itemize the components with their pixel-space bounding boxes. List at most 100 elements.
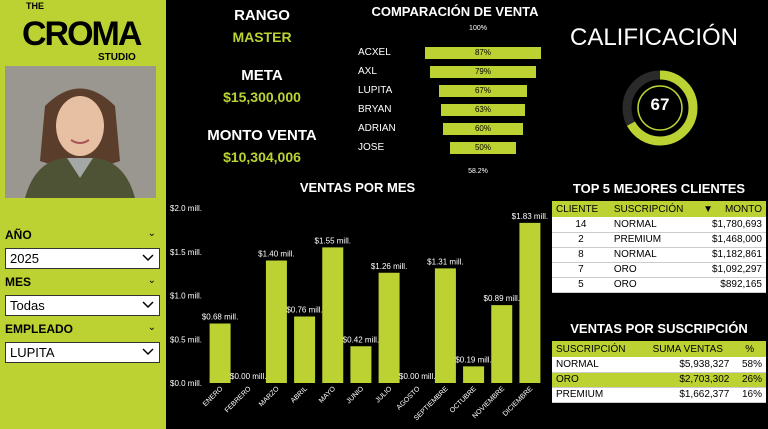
- table-cell: $892,165: [699, 277, 766, 293]
- funnel-bar[interactable]: 79%: [429, 65, 537, 79]
- sidebar: THE CROMA STUDIO AÑO ⌄ 2025 MES ⌄ Todas EM…: [0, 0, 166, 429]
- table-cell: $2,703,302: [642, 372, 734, 388]
- table-cell: $1,182,861: [699, 247, 766, 263]
- filter-month-select[interactable]: Todas: [5, 295, 160, 316]
- funnel-bar[interactable]: 50%: [449, 141, 517, 155]
- table-row[interactable]: NORMAL $5,938,327 58%: [552, 357, 766, 373]
- table-cell: NORMAL: [609, 217, 700, 233]
- chevron-down-icon[interactable]: ⌄: [148, 228, 156, 239]
- ventas-por-mes-chart: $0.0 mill. $0.5 mill. $1.0 mill. $1.5 mill.…: [170, 204, 548, 422]
- chevron-down-icon[interactable]: [141, 250, 155, 264]
- x-tick-label: FEBRERO: [224, 385, 253, 414]
- rango-value: MASTER: [232, 29, 292, 45]
- x-tick-label: DICIEMBRE: [502, 385, 535, 418]
- table-cell: 16%: [733, 387, 766, 403]
- x-tick-label: MAYO: [318, 385, 338, 405]
- funnel-bar[interactable]: 67%: [437, 84, 529, 98]
- bar-value-label: $1.40 mill.: [258, 250, 294, 259]
- table-cell: 7: [552, 262, 610, 278]
- funnel-bar[interactable]: 60%: [442, 122, 524, 136]
- col-monto[interactable]: ▼ MONTO: [699, 201, 766, 217]
- table-cell: $1,780,693: [699, 217, 766, 233]
- funnel-bar-label: 87%: [474, 48, 491, 57]
- funnel-bar-label: 60%: [474, 124, 491, 133]
- table-row[interactable]: 2 PREMIUM $1,468,000: [552, 232, 766, 248]
- bar[interactable]: [294, 316, 316, 384]
- col-suscripcion[interactable]: SUSCRIPCIÓN: [609, 201, 700, 217]
- top-clients-title: TOP 5 MEJORES CLIENTES: [572, 181, 746, 196]
- funnel-bar-label: 67%: [474, 86, 491, 95]
- bar[interactable]: [491, 305, 513, 383]
- funnel-bar-label: 50%: [474, 143, 491, 152]
- filter-year-value: 2025: [10, 251, 39, 266]
- table-cell: 14: [552, 217, 610, 233]
- filter-year-select[interactable]: 2025: [5, 248, 160, 269]
- bar[interactable]: [463, 366, 485, 383]
- sort-desc-icon: ▼: [703, 203, 713, 215]
- table-row[interactable]: ORO $2,703,302 26%: [552, 372, 766, 388]
- table-cell: NORMAL: [609, 247, 700, 263]
- bar[interactable]: [350, 346, 372, 383]
- table-row[interactable]: 14 NORMAL $1,780,693: [552, 217, 766, 233]
- col-suma-ventas[interactable]: SUMA VENTAS: [642, 341, 734, 357]
- funnel-name: ACXEL: [358, 47, 391, 58]
- table-row[interactable]: 7 ORO $1,092,297: [552, 262, 766, 278]
- table-cell: $5,938,327: [642, 357, 734, 373]
- table-cell: ORO: [609, 277, 700, 293]
- col-pct[interactable]: %: [733, 341, 766, 357]
- x-tick-label: JULIO: [375, 385, 394, 404]
- filter-month-value: Todas: [10, 298, 45, 313]
- funnel-name: LUPITA: [358, 85, 393, 96]
- bar-value-label: $0.00 mill.: [230, 372, 266, 381]
- funnel-bar-label: 63%: [474, 105, 491, 114]
- table-cell: 5: [552, 277, 610, 293]
- table-cell: 58%: [733, 357, 766, 373]
- table-cell: 8: [552, 247, 610, 263]
- y-tick-label: $0.0 mill.: [170, 379, 202, 388]
- filter-year-label: AÑO ⌄: [5, 228, 156, 242]
- bar[interactable]: [434, 268, 456, 383]
- brand-name: CROMA: [22, 15, 142, 53]
- chevron-down-icon[interactable]: [141, 297, 155, 311]
- y-tick-label: $1.5 mill.: [170, 248, 202, 257]
- bar[interactable]: [378, 272, 400, 383]
- bar-value-label: $0.89 mill.: [484, 294, 520, 303]
- bar[interactable]: [322, 247, 344, 383]
- rango-label: RANGO: [234, 7, 290, 24]
- bar-value-label: $1.31 mill.: [427, 257, 463, 266]
- funnel-bar[interactable]: 63%: [440, 103, 526, 117]
- filter-employee-select[interactable]: LUPITA: [5, 342, 160, 363]
- table-cell: $1,092,297: [699, 262, 766, 278]
- monto-label: MONTO VENTA: [207, 127, 317, 144]
- table-row[interactable]: PREMIUM $1,662,377 16%: [552, 387, 766, 403]
- bar-value-label: $0.00 mill.: [399, 372, 435, 381]
- table-cell: NORMAL: [552, 357, 643, 373]
- bar[interactable]: [265, 260, 287, 384]
- bar-value-label: $1.83 mill.: [512, 212, 548, 221]
- monto-value: $10,304,006: [223, 149, 301, 165]
- y-tick-label: $2.0 mill.: [170, 204, 202, 213]
- funnel-bar[interactable]: 87%: [424, 46, 542, 60]
- top-clients-table: CLIENTE SUSCRIPCIÓN ▼ MONTO 14 NORMAL $1,78…: [552, 201, 766, 293]
- chevron-down-icon[interactable]: [141, 344, 155, 358]
- bar[interactable]: [519, 222, 541, 383]
- funnel-bottom-label: 58.2%: [468, 168, 488, 175]
- funnel-name: AXL: [358, 66, 377, 77]
- table-row[interactable]: 5 ORO $892,165: [552, 277, 766, 293]
- col-cliente[interactable]: CLIENTE: [552, 201, 610, 217]
- x-tick-label: OCTUBRE: [449, 385, 478, 414]
- table-row[interactable]: 8 NORMAL $1,182,861: [552, 247, 766, 263]
- col-suscripcion[interactable]: SUSCRIPCIÓN: [552, 341, 643, 357]
- chevron-down-icon[interactable]: ⌄: [148, 322, 156, 333]
- x-tick-label: JUNIO: [346, 385, 366, 405]
- table-cell: ORO: [609, 262, 700, 278]
- bar-value-label: $0.68 mill.: [202, 313, 238, 322]
- table-cell: $1,468,000: [699, 232, 766, 248]
- chevron-down-icon[interactable]: ⌄: [148, 275, 156, 286]
- funnel-name: JOSE: [358, 142, 385, 153]
- bar[interactable]: [209, 323, 231, 384]
- brand-sub: STUDIO: [98, 52, 136, 62]
- table-cell: PREMIUM: [609, 232, 700, 248]
- meta-value: $15,300,000: [223, 89, 301, 105]
- x-tick-label: AGOSTO: [396, 385, 422, 411]
